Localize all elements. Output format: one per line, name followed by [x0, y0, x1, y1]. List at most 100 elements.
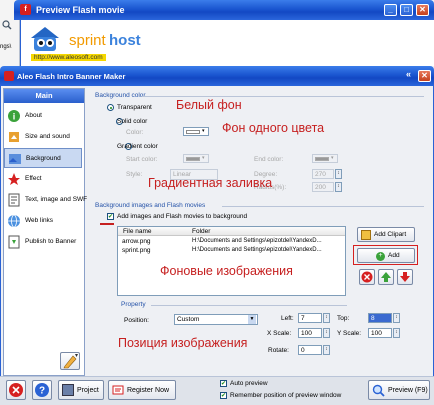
row-file: arrow.png [122, 238, 151, 245]
sidebar-item-background[interactable]: Background [4, 148, 82, 168]
add-images-label[interactable]: Add images and Flash movies to backgroun… [117, 213, 247, 220]
preview-button[interactable]: Preview (F9) [368, 380, 430, 400]
svg-text:?: ? [39, 386, 45, 397]
publish-icon [7, 235, 21, 249]
auto-preview-checkbox[interactable]: ✔ [220, 380, 227, 387]
start-color-picker[interactable]: ▾ [183, 154, 209, 163]
xscale-spinner[interactable]: ↕ [323, 328, 330, 338]
sidebar-item-publish[interactable]: Publish to Banner [4, 232, 82, 252]
web-links-icon [7, 214, 21, 228]
solid-color-label[interactable]: Solid color [117, 118, 147, 125]
radius-input[interactable]: 200 [312, 182, 334, 192]
radius-spinner[interactable]: ↕ [335, 182, 342, 192]
rotate-input[interactable]: 0 [298, 345, 322, 355]
transparent-radio[interactable] [107, 104, 114, 111]
group-divider [142, 96, 424, 97]
help-button[interactable]: ? [32, 380, 52, 400]
exit-button[interactable] [6, 380, 26, 400]
rotate-label: Rotate: [268, 347, 289, 354]
preview-window-title: Preview Flash movie [36, 5, 125, 15]
checkbox-underline [100, 223, 114, 225]
main-window-title: Aleo Flash Intro Banner Maker [17, 72, 126, 81]
register-button[interactable]: Register Now [108, 380, 176, 400]
table-row[interactable]: sprint.png H:\Documents and Settings\epi… [118, 246, 345, 255]
delete-button[interactable] [359, 269, 375, 285]
left-spinner[interactable]: ↕ [323, 313, 330, 323]
group-divider [151, 305, 347, 306]
add-label: Add [388, 252, 400, 259]
column-folder[interactable]: Folder [192, 228, 210, 235]
position-label: Position: [124, 317, 149, 324]
annotation-background-images: Фоновые изображения [160, 264, 293, 278]
add-button[interactable]: + Add [357, 248, 415, 263]
edit-dropdown-arrow[interactable]: ▾ [75, 352, 78, 359]
add-clipart-label: Add Clipart [374, 231, 407, 238]
table-row[interactable]: arrow.png H:\Documents and Settings\epiz… [118, 237, 345, 246]
register-label: Register Now [127, 387, 170, 394]
project-button[interactable]: Project [58, 380, 104, 400]
remember-preview-label[interactable]: Remember position of preview window [230, 392, 341, 399]
property-group-title: Property [121, 301, 146, 308]
yscale-label: Y Scale: [337, 330, 362, 337]
transparent-label[interactable]: Transparent [117, 104, 152, 111]
main-close-button[interactable]: ✕ [418, 70, 431, 82]
yscale-spinner[interactable]: ↕ [393, 328, 400, 338]
flash-icon: f [20, 4, 31, 15]
solid-color-picker[interactable]: ▾ [183, 127, 209, 136]
position-select[interactable]: Custom ▼ [174, 314, 258, 325]
window-menu-icon[interactable]: « [406, 69, 411, 79]
xscale-input[interactable]: 100 [298, 328, 322, 338]
xscale-label: X Scale: [267, 330, 292, 337]
banner-logo-sprint: sprint [69, 32, 106, 49]
start-color-label: Start color: [126, 156, 158, 163]
maximize-button[interactable]: □ [400, 4, 413, 16]
column-file-name[interactable]: File name [123, 228, 152, 235]
project-label: Project [77, 387, 99, 394]
sidebar-item-web-links[interactable]: Web links [4, 211, 82, 231]
top-input[interactable]: 8 [368, 313, 392, 323]
degree-spinner[interactable]: ↕ [335, 169, 342, 179]
left-label: Left: [281, 315, 294, 322]
add-clipart-button[interactable]: Add Clipart [357, 227, 415, 242]
main-window-titlebar[interactable]: Aleo Flash Intro Banner Maker « ✕ [0, 66, 434, 86]
banner-url[interactable]: http://www.aleosoft.com [31, 54, 106, 61]
annotation-image-position: Позиция изображения [118, 336, 248, 350]
background-color-group-title: Background color [95, 92, 146, 99]
degree-input[interactable]: 270 [312, 169, 334, 179]
effect-icon [7, 172, 21, 186]
move-up-button[interactable] [378, 269, 394, 285]
annotation-gradient-fill: Градиентная заливка [148, 176, 273, 190]
move-down-button[interactable] [397, 269, 413, 285]
sidebar-item-about[interactable]: i About [4, 106, 82, 126]
sidebar-item-size-and-sound[interactable]: Size and sound [4, 127, 82, 147]
style-label: Style: [126, 171, 143, 178]
register-icon [112, 384, 124, 396]
add-images-checkbox[interactable]: ✔ [107, 213, 114, 220]
gradient-color-label[interactable]: Gradient color [117, 143, 158, 150]
banner-logo-host: host [109, 32, 141, 49]
search-icon[interactable] [2, 20, 12, 30]
auto-preview-label[interactable]: Auto preview [230, 380, 268, 387]
magnifier-icon [372, 384, 385, 397]
sidebar-item-label: Size and sound [25, 133, 70, 140]
text-image-icon [7, 193, 21, 207]
left-input[interactable]: 7 [298, 313, 322, 323]
close-button[interactable]: ✕ [416, 4, 429, 16]
remember-preview-checkbox[interactable]: ✔ [220, 392, 227, 399]
top-spinner[interactable]: ↕ [393, 313, 400, 323]
row-folder: H:\Documents and Settings\epizotdel\Yand… [192, 238, 322, 244]
sidebar-item-effect[interactable]: Effect [4, 169, 82, 189]
about-icon: i [7, 109, 21, 123]
rotate-spinner[interactable]: ↕ [323, 345, 330, 355]
sidebar-item-text-image-swf[interactable]: Text, image and SWF [4, 190, 87, 210]
end-color-picker[interactable]: ▾ [312, 154, 338, 163]
minimize-button[interactable]: _ [384, 4, 397, 16]
yscale-input[interactable]: 100 [368, 328, 392, 338]
preview-label: Preview (F9) [388, 387, 428, 394]
row-folder: H:\Documents and Settings\epizotdel\Yand… [192, 247, 322, 253]
chevron-down-icon: ▼ [248, 315, 256, 324]
background-icon [8, 152, 22, 166]
sidebar-item-label: About [25, 112, 42, 119]
sidebar-item-label: Effect [25, 175, 42, 182]
preview-window-titlebar[interactable]: f Preview Flash movie _ □ ✕ [14, 0, 434, 20]
